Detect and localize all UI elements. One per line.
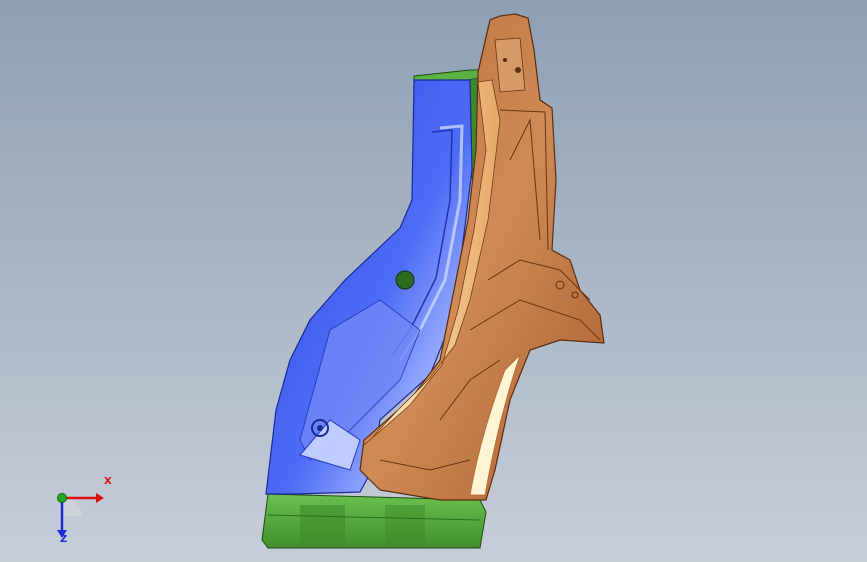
x-axis-label: X	[104, 476, 112, 487]
z-axis-label: Z	[60, 534, 68, 545]
green-base-part[interactable]	[261, 493, 487, 549]
hole-feature	[395, 270, 415, 290]
triad-icon	[57, 493, 104, 538]
coordinate-triad: X Z	[40, 476, 120, 548]
cad-model[interactable]	[0, 0, 867, 562]
graphics-viewport[interactable]: X Z	[0, 0, 867, 562]
